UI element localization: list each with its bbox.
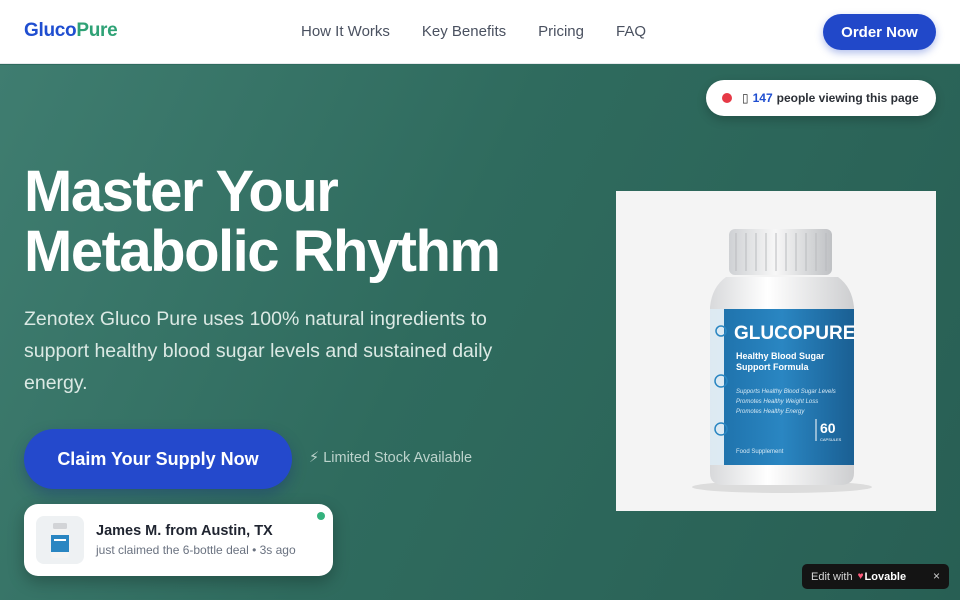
label-brand-text: GLUCOPURE: [734, 323, 855, 344]
edit-with-lovable-badge[interactable]: Edit with ♥ Lovable ×: [802, 564, 949, 589]
nav-link-faq[interactable]: FAQ: [616, 23, 646, 40]
headline-line-1: Master Your: [24, 159, 339, 224]
label-line-2: Support Formula: [736, 362, 809, 372]
lovable-prefix: Edit with: [811, 570, 853, 583]
label-benefit-2: Promotes Healthy Weight Loss: [736, 399, 818, 405]
label-benefit-1: Supports Healthy Blood Sugar Levels: [736, 389, 836, 395]
label-line-1: Healthy Blood Sugar: [736, 351, 825, 361]
nav-link-key-benefits[interactable]: Key Benefits: [422, 23, 506, 40]
top-navbar: GlucoPure How It Works Key Benefits Pric…: [0, 0, 960, 64]
label-benefit-3: Promotes Healthy Energy: [736, 409, 805, 415]
toast-product-thumbnail: [36, 516, 84, 564]
mini-bottle-icon: [51, 523, 69, 558]
hero-subtext: Zenotex Gluco Pure uses 100% natural ing…: [24, 308, 493, 394]
nav-link-how-it-works[interactable]: How It Works: [301, 23, 390, 40]
headline-line-2: Metabolic Rhythm: [24, 219, 501, 284]
viewers-glyph-icon: ▯: [742, 91, 749, 105]
site-logo[interactable]: GlucoPure: [24, 20, 118, 42]
live-dot-icon: [722, 93, 732, 103]
product-image: GLUCOPURE Healthy Blood Sugar Support Fo…: [616, 191, 936, 511]
lovable-heart-icon: ♥: [857, 571, 864, 582]
toast-online-dot-icon: [317, 512, 325, 520]
nav-link-pricing[interactable]: Pricing: [538, 23, 584, 40]
label-footer: Food Supplement: [736, 449, 784, 455]
claim-supply-button[interactable]: Claim Your Supply Now: [24, 429, 292, 489]
limited-stock-note: ⚡ Limited Stock Available: [309, 450, 473, 466]
nav-links: How It Works Key Benefits Pricing FAQ: [301, 23, 646, 40]
viewers-text: people viewing this page: [776, 91, 919, 105]
toast-purchase-detail: just claimed the 6-bottle deal • 3s ago: [96, 543, 296, 557]
logo-part-2: Pure: [76, 20, 118, 41]
live-viewers-badge: ▯ 147 people viewing this page: [706, 80, 936, 116]
viewers-count: 147: [752, 91, 773, 105]
toast-customer-name: James M. from Austin, TX: [96, 523, 273, 539]
lovable-brand: Lovable: [864, 570, 907, 583]
product-bottle-illustration: GLUCOPURE Healthy Blood Sugar Support Fo…: [692, 229, 872, 493]
label-capsule-unit: CAPSULES: [820, 437, 842, 442]
label-capsule-count: 60: [820, 420, 836, 436]
order-now-button[interactable]: Order Now: [823, 14, 936, 50]
logo-part-1: Gluco: [24, 20, 77, 41]
hero-headline: Master Your Metabolic Rhythm: [24, 162, 584, 282]
social-proof-toast[interactable]: James M. from Austin, TX just claimed th…: [24, 504, 333, 576]
close-icon[interactable]: ×: [933, 569, 940, 583]
